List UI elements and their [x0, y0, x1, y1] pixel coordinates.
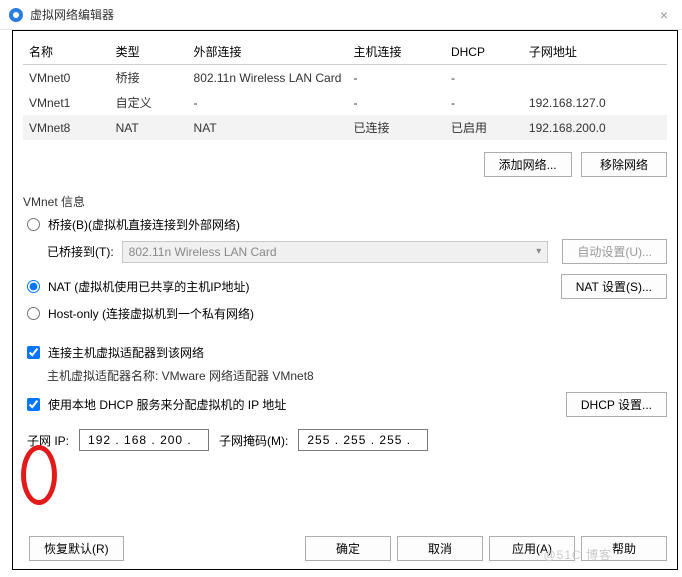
col-dhcp[interactable]: DHCP — [445, 39, 523, 65]
subnet-mask-label: 子网掩码(M): — [219, 432, 288, 449]
col-type[interactable]: 类型 — [110, 39, 188, 65]
col-subnet[interactable]: 子网地址 — [523, 39, 667, 65]
table-row[interactable]: VMnet8 NAT NAT 已连接 已启用 192.168.200.0 — [23, 115, 667, 140]
restore-defaults-button[interactable]: 恢复默认(R) — [29, 536, 124, 561]
nat-settings-button[interactable]: NAT 设置(S)... — [561, 274, 667, 299]
dialog-body: 名称 类型 外部连接 主机连接 DHCP 子网地址 VMnet0 桥接 802.… — [12, 30, 678, 570]
subnet-ip-label: 子网 IP: — [27, 432, 69, 449]
cancel-button[interactable]: 取消 — [397, 536, 483, 561]
dhcp-settings-button[interactable]: DHCP 设置... — [566, 392, 667, 417]
annotation-highlight — [21, 445, 57, 505]
auto-settings-button: 自动设置(U)... — [562, 239, 667, 264]
nat-radio[interactable] — [27, 280, 40, 293]
add-network-button[interactable]: 添加网络... — [484, 152, 572, 177]
section-title: VMnet 信息 — [23, 193, 667, 210]
window-title: 虚拟网络编辑器 — [30, 6, 654, 23]
chevron-down-icon: ▾ — [536, 246, 541, 257]
subnet-mask-input[interactable] — [298, 429, 428, 451]
bridge-radio-label[interactable]: 桥接(B)(虚拟机直接连接到外部网络) — [48, 216, 240, 233]
table-row[interactable]: VMnet0 桥接 802.11n Wireless LAN Card - - — [23, 65, 667, 91]
remove-network-button[interactable]: 移除网络 — [581, 152, 667, 177]
titlebar: 虚拟网络编辑器 × — [0, 0, 682, 30]
app-icon — [8, 7, 24, 23]
hostonly-radio-label[interactable]: Host-only (连接虚拟机到一个私有网络) — [48, 305, 254, 322]
hostonly-radio[interactable] — [27, 307, 40, 320]
col-host[interactable]: 主机连接 — [348, 39, 445, 65]
table-row[interactable]: VMnet1 自定义 - - - 192.168.127.0 — [23, 90, 667, 115]
subnet-ip-input[interactable] — [79, 429, 209, 451]
networks-table[interactable]: 名称 类型 外部连接 主机连接 DHCP 子网地址 VMnet0 桥接 802.… — [23, 39, 667, 140]
nat-radio-label[interactable]: NAT (虚拟机使用已共享的主机IP地址) — [48, 278, 250, 295]
apply-button[interactable]: 应用(A) — [489, 536, 575, 561]
help-button[interactable]: 帮助 — [581, 536, 667, 561]
use-dhcp-label[interactable]: 使用本地 DHCP 服务来分配虚拟机的 IP 地址 — [48, 396, 286, 413]
col-name[interactable]: 名称 — [23, 39, 110, 65]
ok-button[interactable]: 确定 — [305, 536, 391, 561]
bridge-radio[interactable] — [27, 218, 40, 231]
close-icon[interactable]: × — [654, 7, 674, 23]
host-adapter-name: 主机虚拟适配器名称: VMware 网络适配器 VMnet8 — [47, 367, 667, 384]
connect-host-label[interactable]: 连接主机虚拟适配器到该网络 — [48, 344, 204, 361]
bridged-to-label: 已桥接到(T): — [47, 243, 114, 260]
connect-host-checkbox[interactable] — [27, 346, 40, 359]
bridged-card-combo[interactable]: 802.11n Wireless LAN Card ▾ — [122, 241, 549, 263]
use-dhcp-checkbox[interactable] — [27, 398, 40, 411]
col-ext[interactable]: 外部连接 — [188, 39, 348, 65]
